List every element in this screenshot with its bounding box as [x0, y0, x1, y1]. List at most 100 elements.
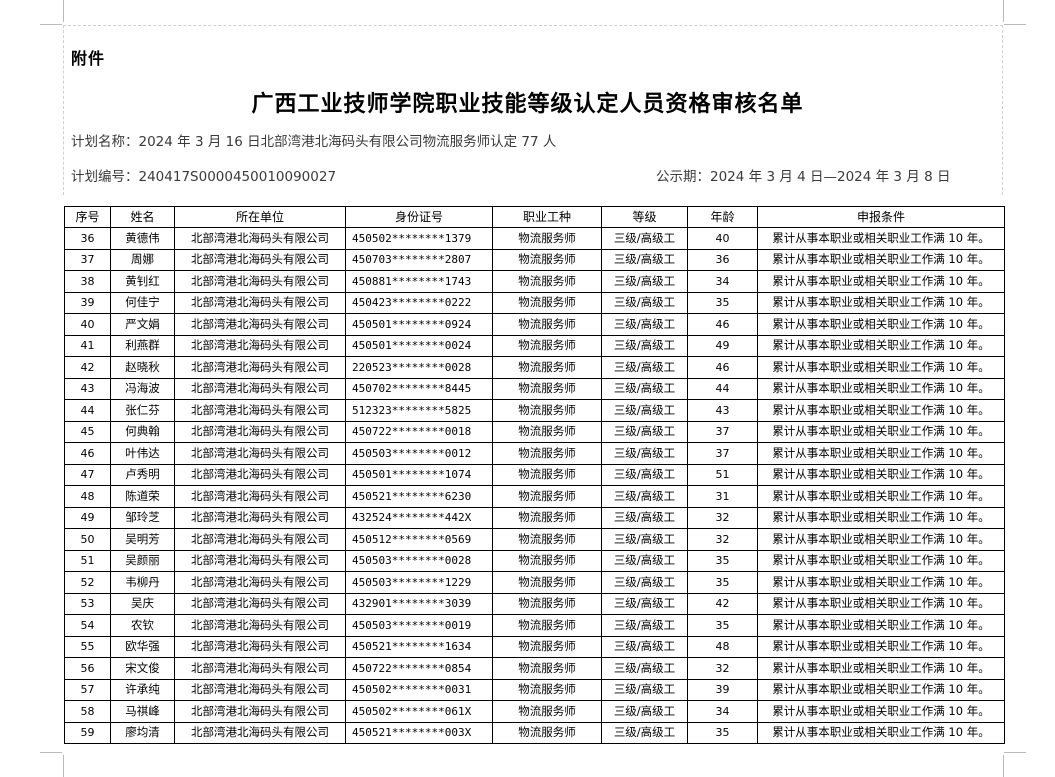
cell-condition: 累计从事本职业或相关职业工作满 10 年。	[757, 635, 1005, 658]
cell-id-number: 450521********003X	[345, 721, 493, 744]
cell-occupation: 物流服务师	[492, 399, 602, 422]
cell-condition: 累计从事本职业或相关职业工作满 10 年。	[757, 227, 1005, 250]
cell-age: 35	[687, 614, 758, 637]
cell-age: 46	[687, 313, 758, 336]
cell-level: 三级/高级工	[601, 571, 688, 594]
publicity-period: 公示期：2024 年 3 月 4 日—2024 年 3 月 8 日	[656, 169, 951, 185]
document-title: 广西工业技师学院职业技能等级认定人员资格审核名单	[251, 91, 804, 117]
cell-occupation: 物流服务师	[492, 356, 602, 379]
table-row: 39 何佳宁 北部湾港北海码头有限公司 450423********0222 物流服务师…	[64, 291, 1005, 314]
cell-age: 46	[687, 356, 758, 379]
cell-occupation: 物流服务师	[492, 463, 602, 486]
cell-condition: 累计从事本职业或相关职业工作满 10 年。	[757, 700, 1005, 723]
header-occupation: 职业工种	[492, 206, 602, 228]
cell-id-number: 450503********0012	[345, 442, 493, 465]
cell-id-number: 432901********3039	[345, 592, 493, 615]
cell-age: 42	[687, 592, 758, 615]
cell-id-number: 450501********0924	[345, 313, 493, 336]
cell-id-number: 450512********0569	[345, 528, 493, 551]
cell-seq: 37	[64, 248, 111, 271]
cell-seq: 58	[64, 700, 111, 723]
cell-name: 周娜	[110, 248, 175, 271]
cell-name: 何典翰	[110, 420, 175, 443]
cell-occupation: 物流服务师	[492, 248, 602, 271]
cell-id-number: 220523********0028	[345, 356, 493, 379]
cell-unit: 北部湾港北海码头有限公司	[174, 248, 346, 271]
cell-seq: 43	[64, 377, 111, 400]
cell-seq: 41	[64, 334, 111, 357]
cell-condition: 累计从事本职业或相关职业工作满 10 年。	[757, 592, 1005, 615]
cell-name: 宋文俊	[110, 657, 175, 680]
cell-age: 32	[687, 657, 758, 680]
cell-unit: 北部湾港北海码头有限公司	[174, 614, 346, 637]
table-row: 38 黄钊红 北部湾港北海码头有限公司 450881********1743 物流服务师…	[64, 270, 1005, 293]
cell-occupation: 物流服务师	[492, 700, 602, 723]
table-row: 42 赵晓秋 北部湾港北海码头有限公司 220523********0028 物流服务师…	[64, 356, 1005, 379]
table-row: 48 陈道荣 北部湾港北海码头有限公司 450521********6230 物流服务师…	[64, 485, 1005, 508]
table-row: 46 叶伟达 北部湾港北海码头有限公司 450503********0012 物流服务师…	[64, 442, 1005, 465]
cell-condition: 累计从事本职业或相关职业工作满 10 年。	[757, 270, 1005, 293]
cell-unit: 北部湾港北海码头有限公司	[174, 635, 346, 658]
table-body: 36 黄德伟 北部湾港北海码头有限公司 450502********1379 物流服务师…	[64, 227, 1005, 744]
cell-level: 三级/高级工	[601, 506, 688, 529]
table-row: 45 何典翰 北部湾港北海码头有限公司 450722********0018 物流服务师…	[64, 420, 1005, 443]
cell-level: 三级/高级工	[601, 334, 688, 357]
crop-mark-bottom-right-h	[1004, 752, 1026, 753]
crop-mark-top-right-v	[1003, 0, 1004, 22]
cell-seq: 46	[64, 442, 111, 465]
cell-age: 43	[687, 399, 758, 422]
cell-level: 三级/高级工	[601, 678, 688, 701]
cell-name: 利燕群	[110, 334, 175, 357]
cell-level: 三级/高级工	[601, 614, 688, 637]
cell-seq: 40	[64, 313, 111, 336]
cell-id-number: 450501********0024	[345, 334, 493, 357]
table-row: 58 马祺峰 北部湾港北海码头有限公司 450502********061X 物流服务师…	[64, 700, 1005, 723]
cell-name: 黄钊红	[110, 270, 175, 293]
cell-unit: 北部湾港北海码头有限公司	[174, 700, 346, 723]
table-row: 40 严文娟 北部湾港北海码头有限公司 450501********0924 物流服务师…	[64, 313, 1005, 336]
cell-condition: 累计从事本职业或相关职业工作满 10 年。	[757, 485, 1005, 508]
cell-occupation: 物流服务师	[492, 549, 602, 572]
cell-name: 农钦	[110, 614, 175, 637]
cell-unit: 北部湾港北海码头有限公司	[174, 549, 346, 572]
cell-age: 37	[687, 442, 758, 465]
cell-id-number: 450881********1743	[345, 270, 493, 293]
cell-id-number: 450423********0222	[345, 291, 493, 314]
table-row: 56 宋文俊 北部湾港北海码头有限公司 450722********0854 物流服务师…	[64, 657, 1005, 680]
crop-mark-top-right-h	[1004, 24, 1026, 25]
cell-condition: 累计从事本职业或相关职业工作满 10 年。	[757, 506, 1005, 529]
cell-level: 三级/高级工	[601, 700, 688, 723]
table-row: 50 吴明芳 北部湾港北海码头有限公司 450512********0569 物流服务师…	[64, 528, 1005, 551]
cell-seq: 53	[64, 592, 111, 615]
cell-condition: 累计从事本职业或相关职业工作满 10 年。	[757, 463, 1005, 486]
cell-name: 张仁芬	[110, 399, 175, 422]
attachment-label: 附件	[71, 49, 106, 68]
table-row: 54 农钦 北部湾港北海码头有限公司 450503********0019 物流服务师三…	[64, 614, 1005, 637]
cell-id-number: 450703********2807	[345, 248, 493, 271]
cell-id-number: 512323********5825	[345, 399, 493, 422]
cell-age: 48	[687, 635, 758, 658]
cell-id-number: 450502********0031	[345, 678, 493, 701]
table-row: 53 吴庆 北部湾港北海码头有限公司 432901********3039 物流服务师三…	[64, 592, 1005, 615]
cell-condition: 累计从事本职业或相关职业工作满 10 年。	[757, 377, 1005, 400]
cell-level: 三级/高级工	[601, 657, 688, 680]
cell-seq: 54	[64, 614, 111, 637]
cell-condition: 累计从事本职业或相关职业工作满 10 年。	[757, 291, 1005, 314]
cell-occupation: 物流服务师	[492, 528, 602, 551]
cell-name: 冯海波	[110, 377, 175, 400]
table-row: 51 吴颜丽 北部湾港北海码头有限公司 450503********0028 物流服务师…	[64, 549, 1005, 572]
cell-condition: 累计从事本职业或相关职业工作满 10 年。	[757, 313, 1005, 336]
cell-age: 35	[687, 549, 758, 572]
table-row: 49 邹玲芝 北部湾港北海码头有限公司 432524********442X 物流服务师…	[64, 506, 1005, 529]
cell-age: 44	[687, 377, 758, 400]
cell-seq: 50	[64, 528, 111, 551]
cell-unit: 北部湾港北海码头有限公司	[174, 442, 346, 465]
cell-seq: 42	[64, 356, 111, 379]
cell-occupation: 物流服务师	[492, 270, 602, 293]
cell-id-number: 450702********8445	[345, 377, 493, 400]
cell-id-number: 450502********061X	[345, 700, 493, 723]
cell-level: 三级/高级工	[601, 442, 688, 465]
cell-name: 何佳宁	[110, 291, 175, 314]
cell-seq: 51	[64, 549, 111, 572]
table-row: 59 廖均清 北部湾港北海码头有限公司 450521********003X 物流服务师…	[64, 721, 1005, 744]
